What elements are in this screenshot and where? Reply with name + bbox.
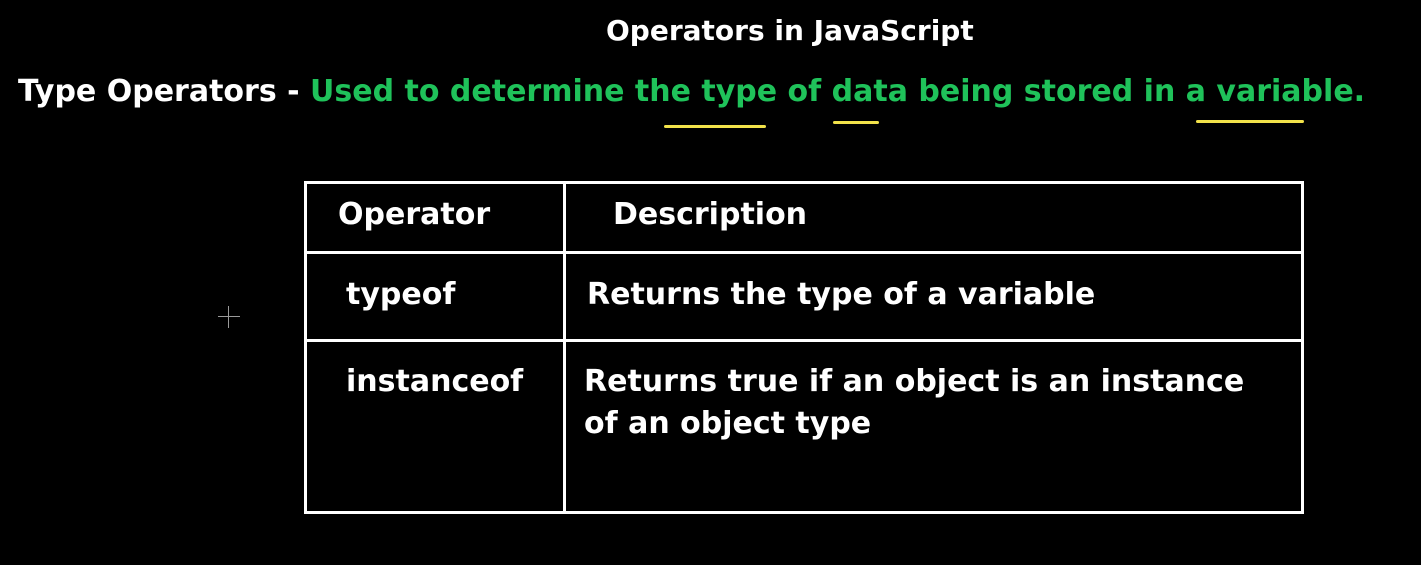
operator-typeof: typeof: [346, 277, 456, 312]
page-title: Operators in JavaScript: [606, 14, 974, 47]
description-instanceof: Returns true if an object is an instance…: [584, 364, 1245, 441]
type-operators-label: Type Operators -: [18, 74, 311, 109]
operator-instanceof: instanceof: [346, 364, 524, 399]
row-divider: [307, 339, 1301, 342]
row-divider: [307, 251, 1301, 254]
underline-data: [833, 121, 879, 124]
column-divider: [563, 184, 566, 511]
type-operators-description: Used to determine the type of data being…: [310, 74, 1366, 109]
underline-type: [664, 125, 766, 128]
header-operator: Operator: [338, 197, 491, 232]
operators-table: Operator Description typeof Returns the …: [304, 181, 1304, 514]
description-typeof: Returns the type of a variable: [587, 277, 1096, 312]
crosshair-cursor-icon: [218, 306, 240, 328]
header-description: Description: [613, 197, 808, 232]
type-operators-heading: Type Operators - Used to determine the t…: [18, 74, 1365, 109]
underline-variable: [1196, 120, 1304, 123]
